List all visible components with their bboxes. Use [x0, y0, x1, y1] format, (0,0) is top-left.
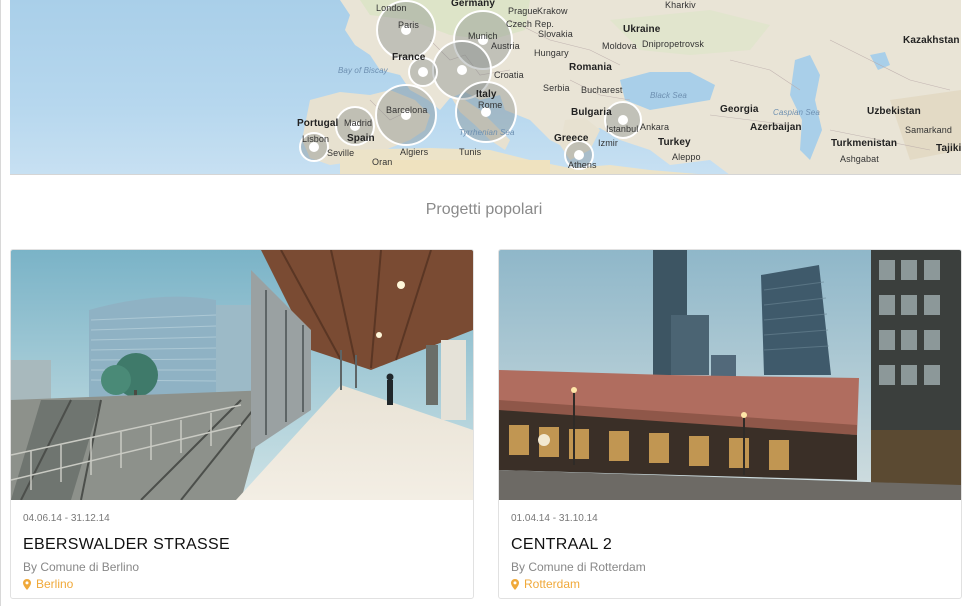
- map-label: Georgia: [720, 104, 759, 115]
- location-pin-icon: [23, 578, 31, 590]
- map-label: France: [392, 52, 426, 63]
- map-land-shapes: [299, 0, 961, 174]
- map-label: Oran: [372, 157, 393, 167]
- location-pin-icon: [511, 578, 519, 590]
- map-label: Kharkiv: [665, 0, 696, 10]
- centraal-photo-image: [499, 250, 961, 500]
- map-label: Azerbaijan: [750, 122, 802, 133]
- map-label: Austria: [491, 41, 520, 51]
- map-label: London: [376, 3, 407, 13]
- map-label: Prague: [508, 6, 538, 16]
- map-label: Kazakhstan: [903, 35, 960, 46]
- map-label: Serbia: [543, 83, 570, 93]
- map-label: Algiers: [400, 147, 429, 157]
- map-label: Tyrrhenian Sea: [459, 128, 515, 137]
- map-label: Turkey: [658, 137, 691, 148]
- map-label: Paris: [398, 20, 420, 30]
- map-label: Istanbul: [606, 124, 639, 134]
- map-label: Italy: [476, 89, 497, 100]
- map-label: Munich: [468, 31, 498, 41]
- map-label: Moldova: [602, 41, 637, 51]
- map-label: Black Sea: [650, 91, 687, 100]
- map-label: Madrid: [344, 118, 373, 128]
- map-label: Athens: [568, 160, 597, 170]
- map-label: Bucharest: [581, 85, 623, 95]
- map-label: Seville: [327, 148, 355, 158]
- map-label: Greece: [554, 133, 589, 144]
- map-label: Turkmenistan: [831, 138, 898, 149]
- project-card[interactable]: 04.06.14 - 31.12.14 EBERSWALDER STRASSE …: [10, 249, 474, 599]
- station-photo-image: [11, 250, 473, 500]
- map-label: Dnipropetrovsk: [642, 39, 704, 49]
- map-label: Krakow: [537, 6, 568, 16]
- map-label: Caspian Sea: [773, 108, 820, 117]
- map-label: Germany: [451, 0, 496, 9]
- project-location-label: Berlino: [36, 577, 74, 591]
- map-label: Ukraine: [623, 24, 661, 35]
- map-label: Lisbon: [302, 134, 330, 144]
- map-label: Ashgabat: [840, 154, 879, 164]
- map-label: Ankara: [640, 122, 670, 132]
- project-location[interactable]: Berlino: [23, 577, 73, 591]
- project-owner: By Comune di Berlino: [23, 560, 140, 574]
- section-title: Progetti popolari: [425, 201, 543, 218]
- project-dates: 01.04.14 - 31.10.14: [511, 513, 598, 524]
- project-location-label: Rotterdam: [524, 577, 581, 591]
- map-label: Uzbekistan: [867, 106, 921, 117]
- map-label: Tunis: [459, 147, 482, 157]
- project-photo[interactable]: [499, 250, 961, 500]
- project-dates: 04.06.14 - 31.12.14: [23, 513, 110, 524]
- map-label: Bay of Biscay: [338, 66, 388, 75]
- project-photo[interactable]: [11, 250, 473, 500]
- map-label: Rome: [478, 100, 503, 110]
- map-label: Hungary: [534, 48, 569, 58]
- map-label: Slovakia: [538, 29, 573, 39]
- project-owner: By Comune di Rotterdam: [511, 560, 646, 574]
- map-label: Romania: [569, 62, 612, 73]
- project-card[interactable]: 01.04.14 - 31.10.14 CENTRAAL 2 By Comune…: [498, 249, 962, 599]
- map-label: Czech Rep.: [506, 19, 555, 29]
- page: London Germany Prague Krakow Paris Czech…: [0, 0, 966, 606]
- map-label: Portugal: [297, 118, 339, 129]
- map-label: Bulgaria: [571, 107, 612, 118]
- map-label: Croatia: [494, 70, 524, 80]
- map-label: Izmir: [598, 138, 618, 148]
- map-label: Samarkand: [905, 125, 952, 135]
- map-label: Tajiki: [936, 143, 961, 154]
- project-title[interactable]: CENTRAAL 2: [511, 536, 612, 554]
- project-title[interactable]: EBERSWALDER STRASSE: [23, 536, 230, 554]
- map-label: Barcelona: [386, 105, 428, 115]
- map-label: Aleppo: [672, 152, 701, 162]
- project-location[interactable]: Rotterdam: [511, 577, 580, 591]
- map-label: Spain: [347, 133, 375, 144]
- projects-map[interactable]: London Germany Prague Krakow Paris Czech…: [10, 0, 961, 175]
